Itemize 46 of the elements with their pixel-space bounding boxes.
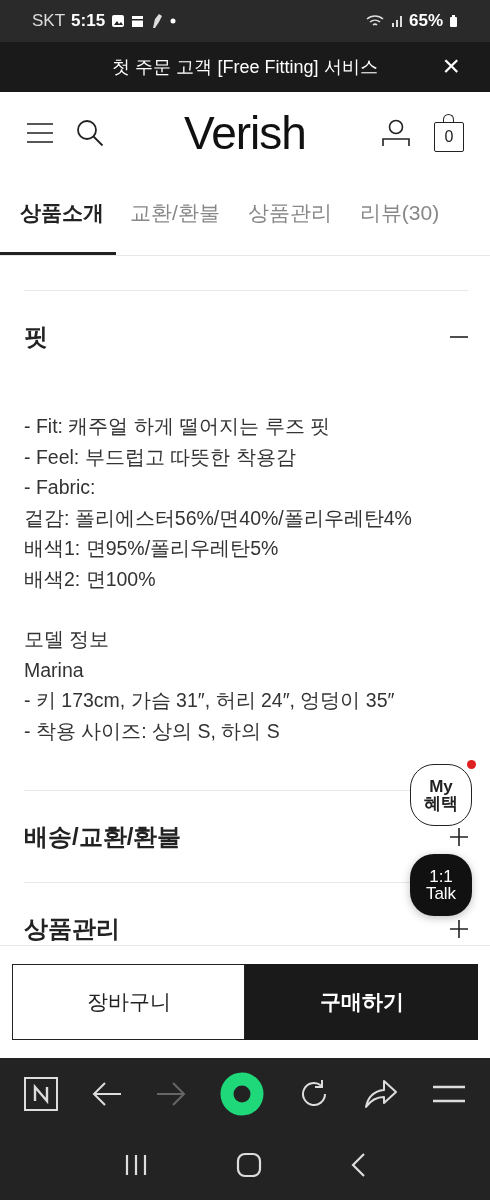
section-title[interactable]: 핏 [24,321,48,353]
description-line: 배색2: 면100% [24,566,157,592]
description-line: 배색1: 면95%/폴리우레탄5% [24,536,280,561]
description-line: - Fit: 캐주얼 하게 떨어지는 루즈 핏 [24,414,332,439]
n-logo-icon[interactable] [24,1077,58,1111]
banner-text: 첫 주문 고객 [Free Fitting] 서비스 [112,56,378,79]
close-button[interactable]: × [438,50,464,82]
battery-icon [449,14,458,28]
person-icon[interactable] [382,119,410,147]
signal-icon [390,14,403,28]
search-icon[interactable] [76,119,104,147]
description-line: - 키 173cm, 가슴 31″, 허리 24″, 엉덩이 35″ [24,688,396,713]
calendar-icon [131,14,145,28]
back-arrow-icon[interactable] [92,1081,122,1107]
buy-button[interactable]: 구매하기 [245,964,478,1040]
tab[interactable]: 상품관리 [233,174,346,255]
brand-logo[interactable]: Verish [184,106,306,160]
image-icon [111,14,126,28]
ring-icon[interactable] [220,1072,264,1116]
battery-percent: 65% [408,11,443,31]
recent-apps-icon[interactable] [124,1153,148,1177]
description-line: 모델 정보 [24,627,111,652]
description-line: Marina [24,657,85,683]
carrier-name: SKT [32,11,66,31]
wifi-icon [364,13,385,29]
description-line: - 착용 사이즈: 상의 S, 하의 S [24,718,281,744]
tab[interactable]: 상품소개 [0,174,116,255]
clock-time: 5:15 [71,11,106,31]
menu-icon[interactable] [26,122,54,144]
section-title[interactable]: 배송/교환/환불 [24,820,182,853]
description-line: 겉감: 폴리에스터56%/면40%/폴리우레탄4% [24,505,413,531]
dot-icon [170,18,177,24]
back-icon[interactable] [350,1152,366,1178]
home-icon[interactable] [236,1152,262,1178]
share-icon[interactable] [364,1079,398,1109]
cart-button[interactable]: 장바구니 [12,964,245,1040]
chat-button[interactable]: 1:1 Talk [410,854,472,916]
forward-arrow-icon[interactable] [156,1081,186,1107]
notification-icon [150,13,165,29]
description-line: - Feel: 부드럽고 따뜻한 착용감 [24,444,297,470]
plus-icon[interactable] [450,827,468,846]
section-title[interactable]: 상품관리 [24,912,120,945]
plus-icon[interactable] [450,919,468,938]
tab[interactable]: 리뷰(30) [345,174,454,255]
description-line: - Fabric: [24,475,97,500]
tab[interactable]: 교환/환불 [116,174,234,255]
